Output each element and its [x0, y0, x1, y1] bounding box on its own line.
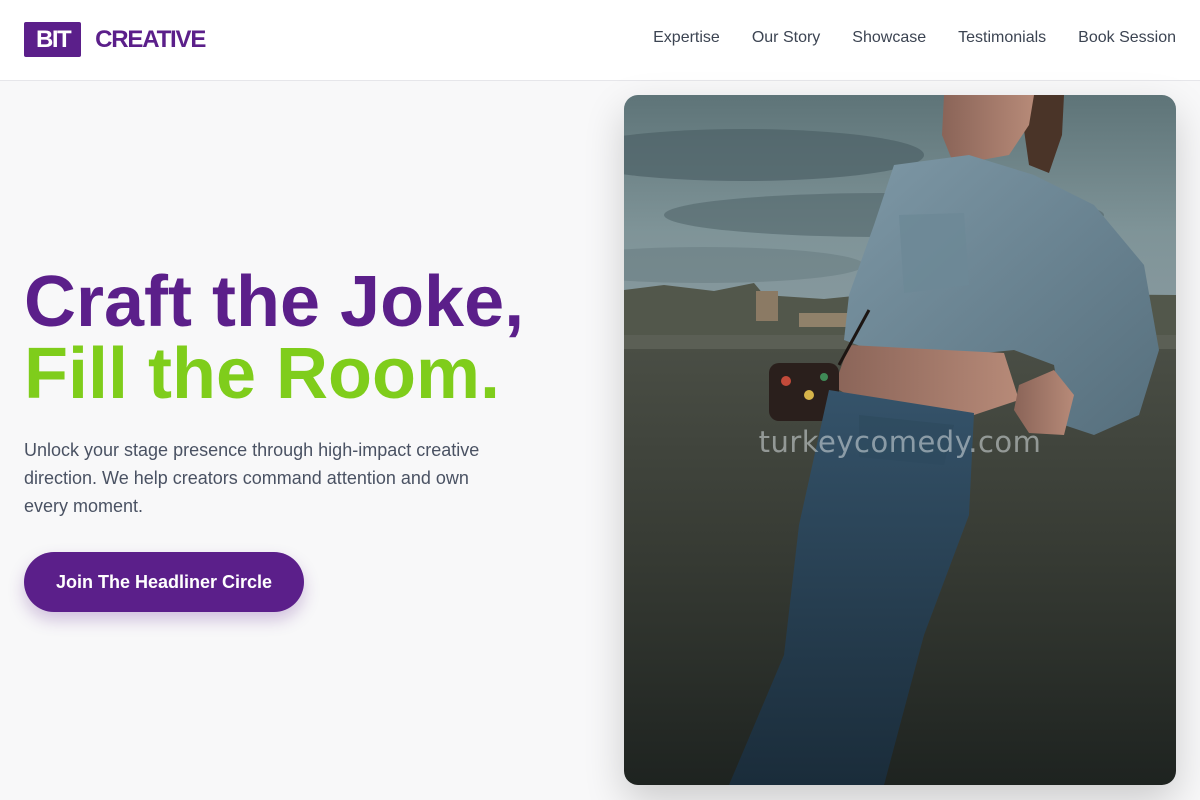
- image-watermark: turkeycomedy.com: [758, 425, 1042, 459]
- hero-title-line-2: Fill the Room.: [24, 334, 500, 414]
- hero-title-line-1: Craft the Joke,: [24, 262, 525, 342]
- nav-link-book-session[interactable]: Book Session: [1078, 28, 1176, 48]
- nav-link-testimonials[interactable]: Testimonials: [958, 28, 1046, 48]
- nav-link-expertise[interactable]: Expertise: [653, 28, 720, 48]
- join-headliner-circle-button[interactable]: Join The Headliner Circle: [24, 552, 304, 612]
- logo-wordmark: CREATIVE: [95, 26, 206, 53]
- hero-title: Craft the Joke, Fill the Room.: [24, 266, 524, 410]
- top-navigation-bar: BIT CREATIVE Expertise Our Story Showcas…: [0, 0, 1200, 81]
- main-nav: Expertise Our Story Showcase Testimonial…: [653, 28, 1176, 48]
- nav-link-showcase[interactable]: Showcase: [852, 28, 926, 48]
- brand-logo[interactable]: BIT CREATIVE: [24, 22, 206, 57]
- logo-mark: BIT: [24, 22, 82, 57]
- hero-subtitle: Unlock your stage presence through high-…: [24, 440, 480, 516]
- hero-photo: turkeycomedy.com: [624, 95, 1176, 785]
- nav-link-our-story[interactable]: Our Story: [752, 28, 820, 48]
